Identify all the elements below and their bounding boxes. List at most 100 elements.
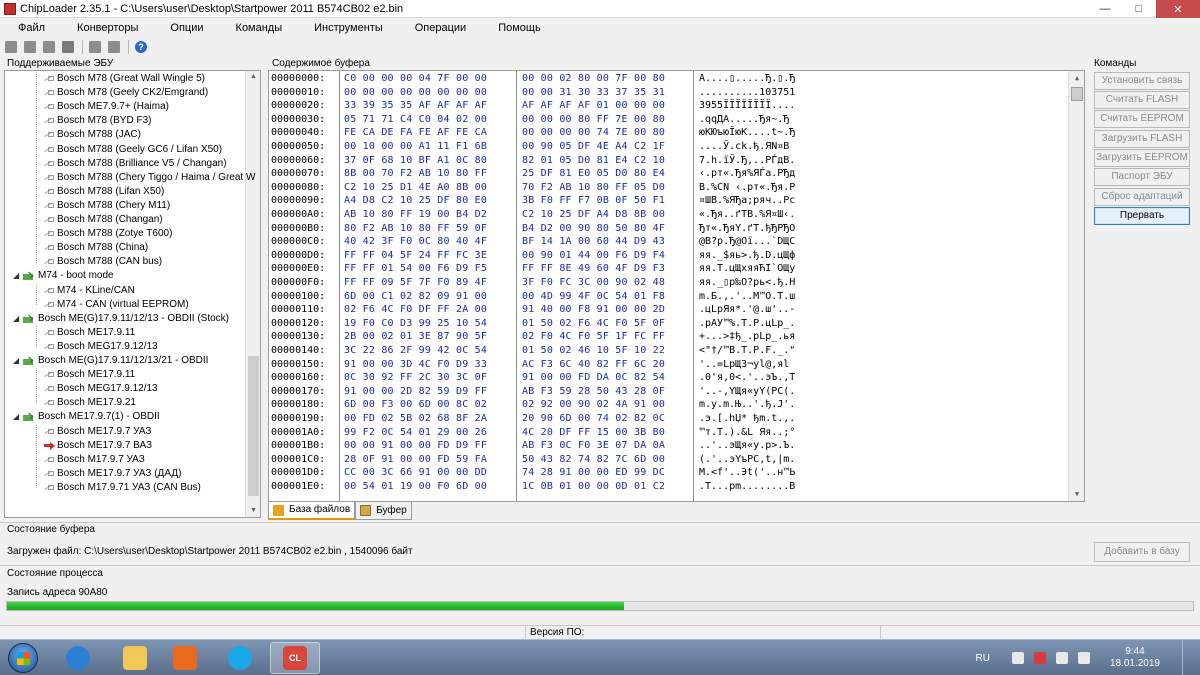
tree-item[interactable]: Bosch M788 (Geely GC6 / Lifan X50): [43, 143, 222, 157]
network-icon[interactable]: [1011, 652, 1024, 664]
paste-tool-icon[interactable]: [107, 40, 121, 54]
tree-item[interactable]: Bosch M788 (Chery M11): [43, 199, 170, 213]
tree-folder[interactable]: ◢ Bosch ME(G)17.9.11/12/13/21 - OBDII: [13, 354, 208, 368]
tree-folder[interactable]: ◢ M74 - boot mode: [13, 269, 114, 283]
hex-row[interactable]: 000000D0: FF FF 04 5F 24 FF FC 3E 00 90 01…: [269, 249, 1069, 263]
reset-adaptations-button[interactable]: Сброс адаптаций: [1094, 188, 1190, 206]
hex-row[interactable]: 000000B0: 80 F2 AB 10 80 FF 59 0F B4 D2 00…: [269, 222, 1069, 236]
help-icon[interactable]: ?: [134, 40, 148, 54]
hex-row[interactable]: 00000090: A4 D8 C2 10 25 DF 80 E0 3B F0 FF…: [269, 194, 1069, 208]
scroll-up-icon[interactable]: ▲: [249, 73, 258, 81]
hex-row[interactable]: 00000110: 02 F6 4C F0 DF FF 2A 00 91 40 00…: [269, 303, 1069, 317]
cut-icon[interactable]: [61, 40, 75, 54]
taskbar-app[interactable]: [160, 642, 210, 674]
tree-item[interactable]: Bosch ME17.9.7 УАЗ: [43, 425, 151, 439]
tab-buffer[interactable]: Буфер: [355, 502, 412, 520]
tree-item[interactable]: Bosch M788 (Changan): [43, 213, 163, 227]
close-button[interactable]: ✕: [1156, 0, 1200, 18]
hex-row[interactable]: 000001E0: 00 54 01 19 00 F0 6D 00 1C 0B 01…: [269, 480, 1069, 494]
collapse-icon[interactable]: ◢: [13, 272, 21, 280]
menu-options[interactable]: Опции: [154, 18, 219, 38]
menu-help[interactable]: Помощь: [482, 18, 557, 38]
tree-folder[interactable]: ◢ Bosch ME(G)17.9.11/12/13 - OBDII (Stock…: [13, 312, 229, 326]
tree-item[interactable]: Bosch ME17.9.7 ВАЗ: [43, 439, 152, 453]
new-tool-icon[interactable]: [4, 40, 18, 54]
tree-item[interactable]: Bosch M788 (China): [43, 241, 148, 255]
hex-row[interactable]: 000000C0: 40 42 3F F0 0C 80 40 4F BF 14 1A…: [269, 235, 1069, 249]
write-flash-button[interactable]: Загрузить FLASH: [1094, 130, 1190, 148]
scroll-down-icon[interactable]: ▼: [249, 507, 258, 515]
minimize-button[interactable]: —: [1088, 0, 1122, 18]
read-eeprom-button[interactable]: Считать EEPROM: [1094, 110, 1190, 128]
menu-tools[interactable]: Инструменты: [298, 18, 399, 38]
tree-item[interactable]: Bosch MEG17.9.12/13: [43, 382, 158, 396]
hex-row[interactable]: 000001A0: 99 F2 0C 54 01 29 00 26 4C 20 DF…: [269, 426, 1069, 440]
tree-item[interactable]: Bosch M788 (Brilliance V5 / Changan): [43, 157, 227, 171]
tree-item[interactable]: Bosch M17.9.71 УАЗ (CAN Bus): [43, 481, 201, 495]
scroll-up-icon[interactable]: ▲: [1072, 73, 1082, 83]
tab-file-database[interactable]: База файлов: [268, 502, 356, 520]
flag-icon[interactable]: [1033, 652, 1046, 664]
connect-button[interactable]: Установить связь: [1094, 72, 1190, 90]
hex-row[interactable]: 000001D0: CC 00 3C 66 91 00 00 DD 74 28 91…: [269, 466, 1069, 480]
tree-item[interactable]: Bosch ME7.9.7+ (Haima): [43, 100, 169, 114]
tree-item[interactable]: Bosch ME17.9.11: [43, 326, 135, 340]
taskbar-app[interactable]: [215, 642, 265, 674]
hex-row[interactable]: 000000A0: AB 10 80 FF 19 00 B4 D2 C2 10 25…: [269, 208, 1069, 222]
abort-button[interactable]: Прервать: [1094, 207, 1190, 225]
save-tool-icon[interactable]: [23, 40, 37, 54]
hex-row[interactable]: 00000130: 2B 00 02 01 3E 87 90 5F 02 F0 4C…: [269, 330, 1069, 344]
hex-row[interactable]: 00000050: 00 10 00 00 A1 11 F1 6B 00 90 05…: [269, 140, 1069, 154]
tree-item[interactable]: Bosch ME17.9.21: [43, 396, 136, 410]
taskbar-app[interactable]: [53, 642, 103, 674]
hex-row[interactable]: 00000040: FE CA DE FA FE AF FE CA 00 00 00…: [269, 126, 1069, 140]
write-eeprom-button[interactable]: Загрузить EEPROM: [1094, 149, 1190, 167]
taskbar-app[interactable]: [110, 642, 160, 674]
tree-folder[interactable]: ◢ Bosch ME17.9.7(1) - OBDII: [13, 410, 160, 424]
language-indicator[interactable]: RU: [975, 653, 989, 664]
tree-item[interactable]: Bosch M788 (Lifan X50): [43, 185, 164, 199]
collapse-icon[interactable]: ◢: [13, 413, 21, 421]
hex-row[interactable]: 000001B0: 00 00 91 00 00 FD D9 FF AB F3 0C…: [269, 439, 1069, 453]
hex-row[interactable]: 00000140: 3C 22 86 2F 99 42 0C 54 01 50 02…: [269, 344, 1069, 358]
hex-row[interactable]: 00000070: 8B 00 70 F2 AB 10 80 FF 25 DF 81…: [269, 167, 1069, 181]
tree-item[interactable]: Bosch M788 (Chery Tiggo / Haima / Great …: [43, 171, 255, 185]
read-flash-button[interactable]: Считать FLASH: [1094, 91, 1190, 109]
tree-item[interactable]: Bosch M78 (Geely CK2/Emgrand): [43, 86, 208, 100]
menu-file[interactable]: Файл: [0, 18, 61, 38]
tree-item[interactable]: Bosch M788 (CAN bus): [43, 255, 162, 269]
hex-row[interactable]: 00000020: 33 39 35 35 AF AF AF AF AF AF AF…: [269, 99, 1069, 113]
tree-item[interactable]: Bosch M78 (Great Wall Wingle 5): [43, 72, 205, 86]
hex-row[interactable]: 00000010: 00 00 00 00 00 00 00 00 00 00 31…: [269, 86, 1069, 100]
hex-row[interactable]: 000000F0: FF FF 09 5F 7F F0 89 4F 3F F0 FC…: [269, 276, 1069, 290]
hex-row[interactable]: 00000180: 6D 00 F3 00 6D 00 8C 02 02 92 00…: [269, 398, 1069, 412]
tree-item[interactable]: Bosch M78 (BYD F3): [43, 114, 151, 128]
menu-converters[interactable]: Конверторы: [61, 18, 154, 38]
tree-item[interactable]: Bosch M17.9.7 УАЗ: [43, 453, 145, 467]
hex-scrollbar[interactable]: ▲ ▼: [1068, 71, 1084, 501]
undo-tool-icon[interactable]: [42, 40, 56, 54]
hex-row[interactable]: 00000000: C0 00 00 00 04 7F 00 00 00 00 02…: [269, 72, 1069, 86]
hex-row[interactable]: 00000150: 91 00 00 3D 4C F0 D9 33 AC F3 6C…: [269, 358, 1069, 372]
tree-item[interactable]: M74 - KLine/CAN: [43, 284, 135, 298]
hex-row[interactable]: 000001C0: 28 0F 91 00 00 FD 59 FA 50 43 82…: [269, 453, 1069, 467]
hex-row[interactable]: 00000120: 19 F0 C0 D3 99 25 10 54 01 50 02…: [269, 317, 1069, 331]
battery-icon[interactable]: [1055, 652, 1068, 664]
taskbar-app[interactable]: CL: [270, 642, 320, 674]
tree-scroll-thumb[interactable]: [248, 356, 259, 496]
menu-operations[interactable]: Операции: [399, 18, 482, 38]
volume-icon[interactable]: [1077, 652, 1090, 664]
hex-row[interactable]: 00000170: 91 00 00 2D 82 59 D9 FF AB F3 59…: [269, 385, 1069, 399]
hex-row[interactable]: 00000080: C2 10 25 D1 4E A0 8B 00 70 F2 AB…: [269, 181, 1069, 195]
tree-item[interactable]: Bosch M788 (Zotye T600): [43, 227, 172, 241]
tree-scrollbar[interactable]: ▲ ▼: [245, 71, 260, 517]
menu-commands[interactable]: Команды: [220, 18, 299, 38]
tree-item[interactable]: Bosch ME17.9.7 УАЗ (ДАД): [43, 467, 181, 481]
hex-row[interactable]: 00000100: 6D 00 C1 02 82 09 91 00 00 4D 99…: [269, 290, 1069, 304]
hex-view[interactable]: ▲ ▼ 00000000: C0 00 00 00 04 7F 00 00 00 0…: [268, 70, 1085, 502]
scroll-down-icon[interactable]: ▼: [1072, 489, 1082, 499]
hex-row[interactable]: 00000190: 00 FD 02 5B 02 68 8F 2A 20 90 6D…: [269, 412, 1069, 426]
collapse-icon[interactable]: ◢: [13, 357, 21, 365]
hex-scroll-thumb[interactable]: [1071, 87, 1083, 101]
collapse-icon[interactable]: ◢: [13, 314, 21, 323]
